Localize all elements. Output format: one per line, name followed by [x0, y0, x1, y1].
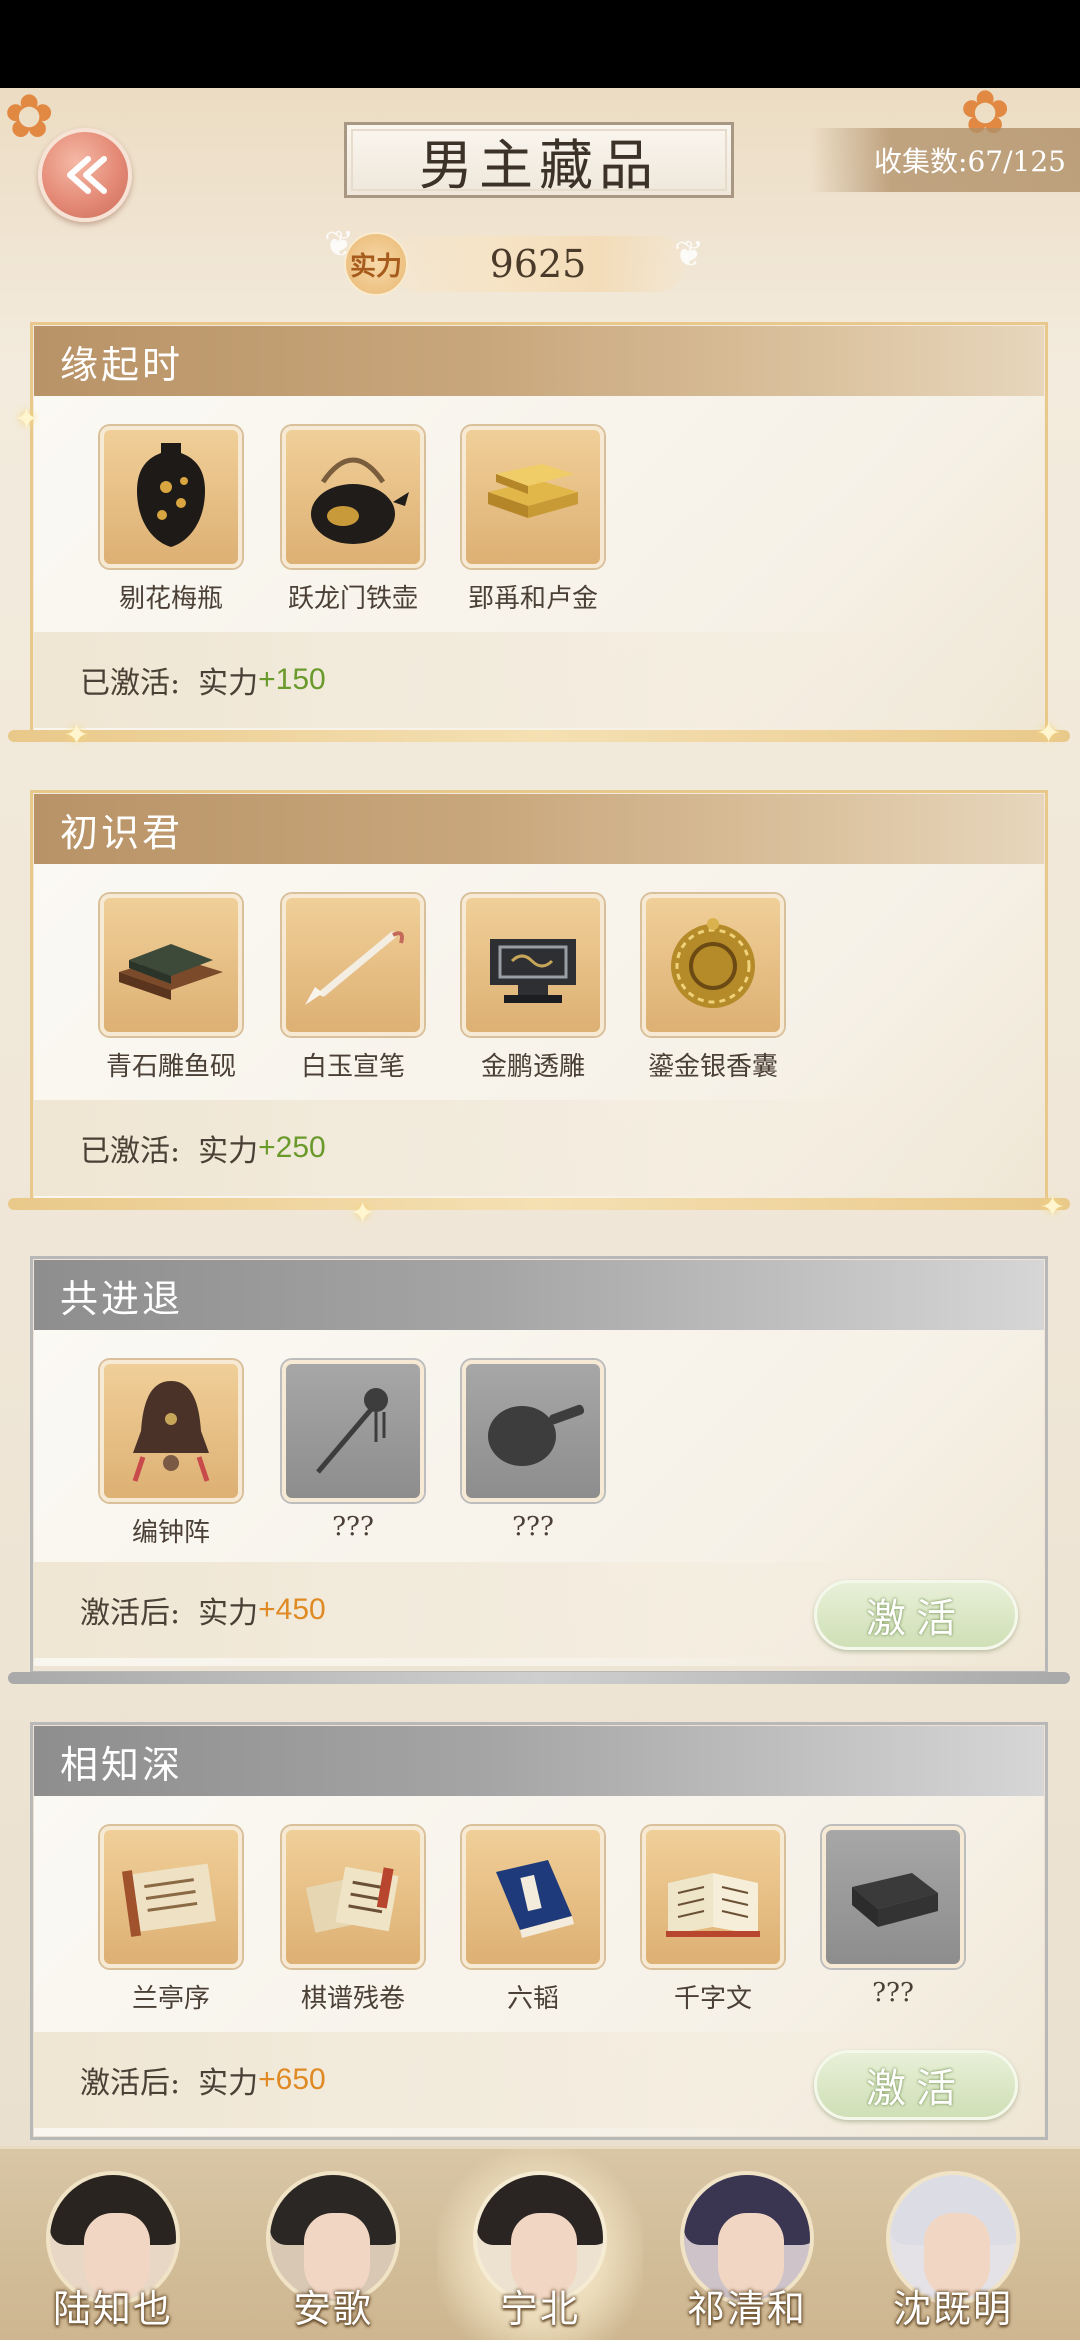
status-bar — [0, 0, 1080, 88]
card-base — [8, 1198, 1070, 1210]
tab-label: 祁清和 — [686, 2287, 807, 2331]
power-label: 实力 — [198, 666, 259, 701]
status-label: 已激活: — [80, 666, 181, 701]
tab-character[interactable]: 沈既明 — [850, 2149, 1056, 2340]
box-silhouette-icon — [822, 1826, 964, 1968]
sparkle-icon: ✦ — [350, 1196, 376, 1231]
tab-character-active[interactable]: 宁北 — [437, 2149, 643, 2340]
teapot-icon — [282, 426, 424, 568]
back-arrow-icon — [67, 156, 107, 194]
total-power: ❦ 9625 实力 ❦ — [324, 224, 710, 298]
card-status: 已激活: 实力 +150 — [34, 632, 1044, 728]
collection-card-chushijun: 初识君 青石雕鱼砚 白玉宣笔 金鹏透雕 鎏金银香囊 已激活: 实力 +250 — [8, 790, 1070, 1210]
status-label: 激活后: — [80, 2066, 181, 2101]
vase-icon — [100, 426, 242, 568]
collection-item[interactable]: ??? — [818, 1826, 968, 2008]
collection-item[interactable]: 兰亭序 — [96, 1826, 246, 2015]
power-bonus: +650 — [258, 2063, 326, 2096]
maple-leaf-icon: ✿ — [4, 82, 55, 152]
item-name: 青石雕鱼砚 — [105, 1052, 236, 1082]
collection-card-xiangzhishen: 相知深 兰亭序 棋谱残卷 六韬 千字文 ??? 激活后: 实力 +650 激活 — [30, 1722, 1048, 2140]
hairpin-silhouette-icon — [282, 1360, 424, 1502]
card-status: 已激活: 实力 +250 — [34, 1100, 1044, 1196]
power-badge: 实力 — [344, 232, 408, 296]
carving-icon — [462, 894, 604, 1036]
card-title: 缘起时 — [34, 326, 1044, 396]
tab-label: 沈既明 — [892, 2287, 1013, 2331]
power-bonus: +250 — [258, 1131, 326, 1164]
collection-card-gongjintui: 共进退 编钟阵 ??? ??? 激活后: 实力 +450 激活 — [8, 1256, 1070, 1684]
open-book-icon — [642, 1826, 784, 1968]
collection-item[interactable]: 六韬 — [458, 1826, 608, 2015]
power-bonus: +450 — [258, 1593, 326, 1626]
item-name: 剔花梅瓶 — [118, 584, 223, 614]
activate-button[interactable]: 激活 — [814, 1580, 1018, 1650]
collection-item[interactable]: ??? — [278, 1360, 428, 1542]
item-name: ??? — [512, 1512, 554, 1542]
card-title: 相知深 — [34, 1726, 1044, 1796]
power-label: 实力 — [198, 1596, 259, 1631]
sparkle-icon: ✦ — [1040, 1190, 1066, 1225]
collection-card-yuanqishi: 缘起时 剔花梅瓶 跃龙门铁壶 郢爯和卢金 已激活: 实力 +150 — [8, 322, 1070, 742]
book-icon — [462, 1826, 604, 1968]
status-label: 已激活: — [80, 1134, 181, 1169]
fan-silhouette-icon — [462, 1360, 604, 1502]
card-base — [8, 730, 1070, 742]
sparkle-icon: ✦ — [64, 718, 90, 753]
inkstone-icon — [100, 894, 242, 1036]
item-name: 六韬 — [506, 1984, 559, 2014]
character-tab-bar: 陆知也 安歌 宁北 祁清和 沈既明 — [0, 2146, 1080, 2340]
item-name: ??? — [332, 1512, 374, 1542]
card-title: 初识君 — [34, 794, 1044, 864]
censer-ball-icon — [642, 894, 784, 1036]
item-name: 金鹏透雕 — [480, 1052, 585, 1082]
item-name: 白玉宣笔 — [300, 1052, 405, 1082]
power-bonus: +150 — [258, 663, 326, 696]
gold-bars-icon — [462, 426, 604, 568]
collection-count: 收集数:67/125 — [810, 128, 1080, 192]
tab-character[interactable]: 祁清和 — [644, 2149, 850, 2340]
collection-item[interactable]: 编钟阵 — [96, 1360, 246, 1549]
brush-icon — [282, 894, 424, 1036]
activate-button[interactable]: 激活 — [814, 2050, 1018, 2120]
power-value: 9625 — [390, 236, 686, 292]
item-name: 千字文 — [673, 1984, 752, 2014]
tab-label: 陆知也 — [52, 2287, 173, 2331]
collection-item[interactable]: 金鹏透雕 — [458, 894, 608, 1083]
tab-character[interactable]: 陆知也 — [10, 2149, 216, 2340]
power-label: 实力 — [198, 2066, 259, 2101]
status-label: 激活后: — [80, 1596, 181, 1631]
tab-label: 安歌 — [292, 2287, 373, 2331]
item-name: 兰亭序 — [131, 1984, 210, 2014]
power-label: 实力 — [198, 1134, 259, 1169]
collection-item[interactable]: 青石雕鱼砚 — [96, 894, 246, 1083]
collection-item[interactable]: ??? — [458, 1360, 608, 1542]
item-name: 棋谱残卷 — [300, 1984, 405, 2014]
collection-item[interactable]: 鎏金银香囊 — [638, 894, 788, 1083]
collection-item[interactable]: 剔花梅瓶 — [96, 426, 246, 615]
item-name: 编钟阵 — [131, 1518, 210, 1548]
tab-character[interactable]: 安歌 — [230, 2149, 436, 2340]
scroll-stack-icon — [282, 1826, 424, 1968]
collection-item[interactable]: 郢爯和卢金 — [458, 426, 608, 615]
item-name: 鎏金银香囊 — [647, 1052, 778, 1082]
card-title: 共进退 — [34, 1260, 1044, 1330]
collection-item[interactable]: 千字文 — [638, 1826, 788, 2015]
collection-item[interactable]: 白玉宣笔 — [278, 894, 428, 1083]
bell-icon — [100, 1360, 242, 1502]
sparkle-icon: ✦ — [1036, 716, 1062, 751]
page-title: 男主藏品 — [344, 122, 734, 198]
sparkle-icon: ✦ — [14, 402, 40, 437]
card-base — [8, 1672, 1070, 1684]
item-name: ??? — [872, 1978, 914, 2008]
item-name: 跃龙门铁壶 — [287, 584, 418, 614]
back-button[interactable] — [38, 128, 132, 222]
item-name: 郢爯和卢金 — [467, 584, 598, 614]
collection-item[interactable]: 跃龙门铁壶 — [278, 426, 428, 615]
tab-label: 宁北 — [499, 2287, 580, 2331]
scroll-icon — [100, 1826, 242, 1968]
collection-item[interactable]: 棋谱残卷 — [278, 1826, 428, 2015]
butterfly-icon: ❦ — [674, 234, 705, 275]
